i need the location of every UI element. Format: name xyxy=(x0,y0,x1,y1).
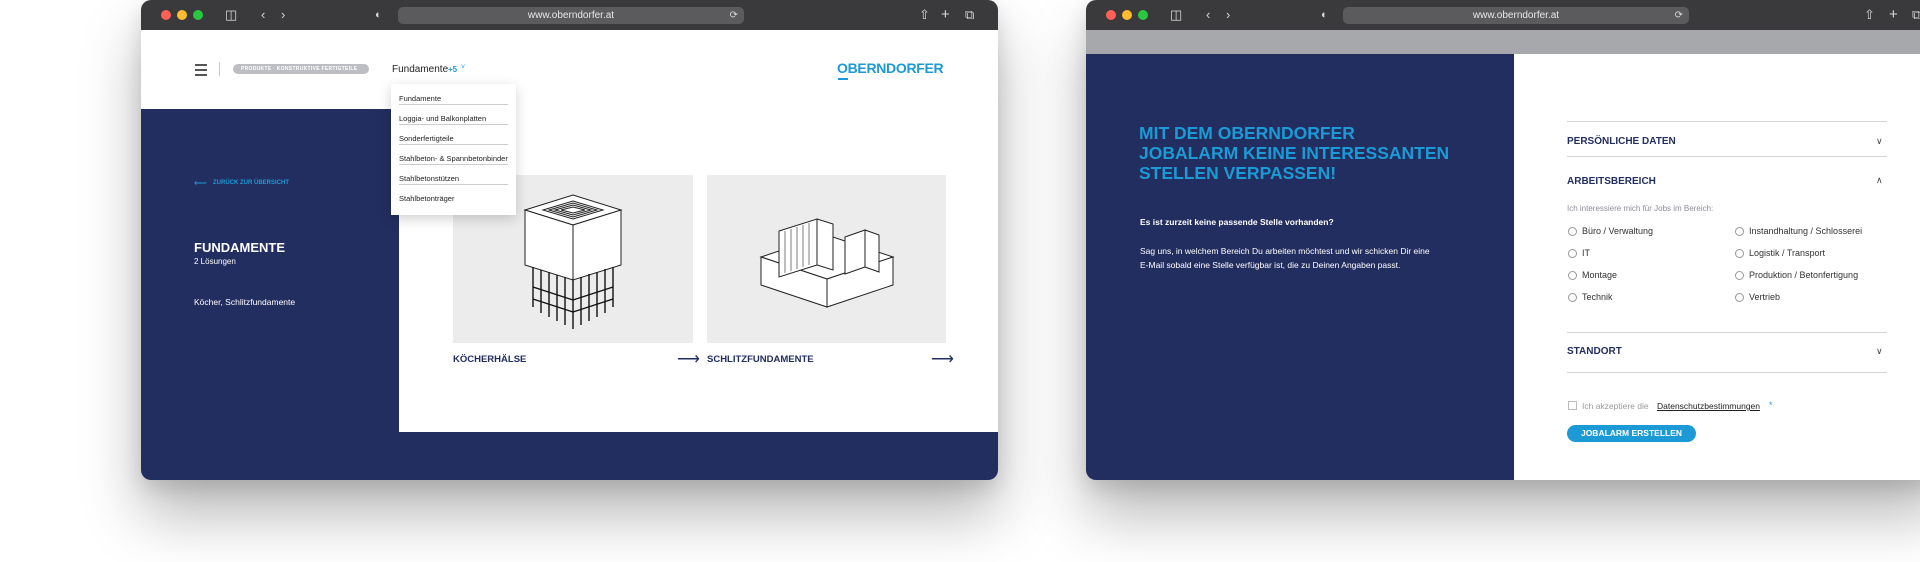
option-label: Büro / Verwaltung xyxy=(1582,226,1654,236)
option-label: Logistik / Transport xyxy=(1749,248,1826,258)
dropdown-item-stahlbetontraeger[interactable]: Stahlbetonträger xyxy=(399,194,508,204)
new-tab-icon[interactable]: + xyxy=(941,6,950,24)
divider xyxy=(1567,156,1887,157)
jobalarm-intro-panel: MIT DEM OBERNDORFER JOBALARM KEINE INTER… xyxy=(1086,54,1514,480)
forward-chevron-icon[interactable]: › xyxy=(1226,6,1230,24)
chevron-down-icon[interactable]: ∨ xyxy=(1876,346,1883,357)
radio-montage[interactable] xyxy=(1568,271,1577,280)
privacy-policy-link[interactable]: Datenschutzbestimmungen xyxy=(1657,401,1760,411)
breadcrumb[interactable]: PRODUKTE · KONSTRUKTIVE FERTIGTEILE xyxy=(233,64,369,74)
logo-underline xyxy=(838,78,848,80)
dropdown-item-binder[interactable]: Stahlbeton- & Spannbetonbinder xyxy=(399,154,508,165)
radio-it[interactable] xyxy=(1568,249,1577,258)
browser-window-left: ◫ ‹ › ◐ www.oberndorfer.at ⟳ ⇧ + ⧉ PRODU… xyxy=(141,0,998,480)
create-jobalarm-button[interactable]: JOBALARM ERSTELLEN xyxy=(1567,425,1696,442)
divider xyxy=(1567,332,1887,333)
section-work-area[interactable]: ARBEITSBEREICH xyxy=(1567,176,1656,187)
sidebar-toggle-icon[interactable]: ◫ xyxy=(1170,6,1182,24)
chevron-down-icon[interactable]: ∨ xyxy=(1876,136,1883,147)
back-chevron-icon[interactable]: ‹ xyxy=(261,6,265,24)
close-window-button[interactable] xyxy=(1106,10,1116,20)
radio-buero-verwaltung[interactable] xyxy=(1568,227,1577,236)
new-tab-icon[interactable]: + xyxy=(1889,6,1898,24)
back-chevron-icon[interactable]: ‹ xyxy=(1206,6,1210,24)
arrow-left-icon[interactable]: ⟵ xyxy=(194,178,207,189)
address-bar-url: www.oberndorfer.at xyxy=(1472,10,1560,21)
tab-overview-icon[interactable]: ⧉ xyxy=(965,6,974,24)
share-icon[interactable]: ⇧ xyxy=(1864,6,1875,24)
page-overlay-backdrop xyxy=(1086,30,1920,54)
privacy-shield-icon[interactable]: ◐ xyxy=(1321,6,1328,24)
radio-technik[interactable] xyxy=(1568,293,1577,302)
sidebar-toggle-icon[interactable]: ◫ xyxy=(225,6,237,24)
required-asterisk: * xyxy=(1769,400,1773,410)
dropdown-item-sonderfertigteile[interactable]: Sonderfertigteile xyxy=(399,134,508,145)
product-card-schlitzfundamente[interactable] xyxy=(707,175,946,343)
minimize-window-button[interactable] xyxy=(177,10,187,20)
address-bar[interactable]: www.oberndorfer.at ⟳ xyxy=(398,7,744,24)
no-vacancy-question: Es ist zurzeit keine passende Stelle vor… xyxy=(1140,217,1334,227)
browser-toolbar: ◫ ‹ › ◐ www.oberndorfer.at ⟳ ⇧ + ⧉ xyxy=(141,0,998,30)
option-label: IT xyxy=(1582,248,1590,258)
jobalarm-form: ✕ PERSÖNLICHE DATEN ∨ ARBEITSBEREICH ∧ I… xyxy=(1514,54,1920,480)
section-personal-data[interactable]: PERSÖNLICHE DATEN xyxy=(1567,136,1676,147)
schlitzfundament-illustration xyxy=(759,218,895,308)
zoom-window-button[interactable] xyxy=(193,10,203,20)
jobalarm-description: Sag uns, in welchem Bereich Du arbeiten … xyxy=(1140,246,1430,270)
divider xyxy=(1567,372,1887,373)
category-description: Köcher, Schlitzfundamente xyxy=(194,297,296,307)
card-title-koecherhaelse[interactable]: KÖCHERHÄLSE xyxy=(453,354,526,365)
category-title: FUNDAMENTE xyxy=(194,240,285,255)
forward-chevron-icon[interactable]: › xyxy=(281,6,285,24)
tab-overview-icon[interactable]: ⧉ xyxy=(1912,6,1920,24)
share-icon[interactable]: ⇧ xyxy=(919,6,930,24)
section-location[interactable]: STANDORT xyxy=(1567,346,1622,357)
site-footer xyxy=(141,432,998,480)
radio-vertrieb[interactable] xyxy=(1735,293,1744,302)
close-window-button[interactable] xyxy=(161,10,171,20)
privacy-shield-icon[interactable]: ◐ xyxy=(375,6,382,24)
option-label: Instandhaltung / Schlosserei xyxy=(1749,226,1863,236)
nav-more-count[interactable]: +5 xyxy=(448,65,457,74)
card-title-schlitzfundamente[interactable]: SCHLITZFUNDAMENTE xyxy=(707,354,814,365)
chevron-down-icon[interactable]: ˅ xyxy=(461,64,465,71)
arrow-right-icon[interactable]: ⟶ xyxy=(931,349,954,369)
header-divider xyxy=(219,62,220,76)
divider xyxy=(1567,121,1887,122)
dropdown-item-stahlbetonstuetzen[interactable]: Stahlbetonstützen xyxy=(399,174,508,185)
back-to-overview-link[interactable]: ZURÜCK ZUR ÜBERSICHT xyxy=(213,180,289,186)
address-bar[interactable]: www.oberndorfer.at ⟳ xyxy=(1343,7,1689,24)
solutions-count: 2 Lösungen xyxy=(194,257,236,266)
reload-icon[interactable]: ⟳ xyxy=(1675,7,1683,24)
option-label: Montage xyxy=(1582,270,1618,280)
browser-window-right: ◫ ‹ › ◐ www.oberndorfer.at ⟳ ⇧ + ⧉ MIT D… xyxy=(1086,0,1920,480)
reload-icon[interactable]: ⟳ xyxy=(730,7,738,24)
privacy-consent-checkbox[interactable] xyxy=(1568,401,1577,410)
address-bar-url: www.oberndorfer.at xyxy=(527,10,615,21)
consent-label: Ich akzeptiere die xyxy=(1582,401,1649,411)
radio-instandhaltung-schlosserei[interactable] xyxy=(1735,227,1744,236)
hamburger-menu-icon[interactable] xyxy=(195,64,207,66)
nav-current-page[interactable]: Fundamente xyxy=(392,64,448,75)
work-area-hint: Ich interessiere mich für Jobs im Bereic… xyxy=(1567,204,1714,213)
arrow-right-icon[interactable]: ⟶ xyxy=(677,349,700,369)
nav-dropdown-menu: Fundamente Loggia- und Balkonplatten Son… xyxy=(391,84,516,215)
option-label: Produktion / Betonfertigung xyxy=(1749,270,1859,280)
jobalarm-headline: MIT DEM OBERNDORFER JOBALARM KEINE INTER… xyxy=(1139,123,1450,183)
radio-produktion-betonfertigung[interactable] xyxy=(1735,271,1744,280)
category-sidebar: ⟵ ZURÜCK ZUR ÜBERSICHT FUNDAMENTE 2 Lösu… xyxy=(141,109,399,435)
dropdown-item-loggia-balkonplatten[interactable]: Loggia- und Balkonplatten xyxy=(399,114,508,125)
chevron-up-icon[interactable]: ∧ xyxy=(1876,175,1883,186)
browser-toolbar: ◫ ‹ › ◐ www.oberndorfer.at ⟳ ⇧ + ⧉ xyxy=(1086,0,1920,30)
dropdown-item-fundamente[interactable]: Fundamente xyxy=(399,94,508,105)
zoom-window-button[interactable] xyxy=(1138,10,1148,20)
radio-logistik-transport[interactable] xyxy=(1735,249,1744,258)
option-label: Technik xyxy=(1582,292,1613,302)
minimize-window-button[interactable] xyxy=(1122,10,1132,20)
option-label: Vertrieb xyxy=(1749,292,1781,302)
oberndorfer-logo[interactable]: OBERNDORFER xyxy=(837,60,944,76)
